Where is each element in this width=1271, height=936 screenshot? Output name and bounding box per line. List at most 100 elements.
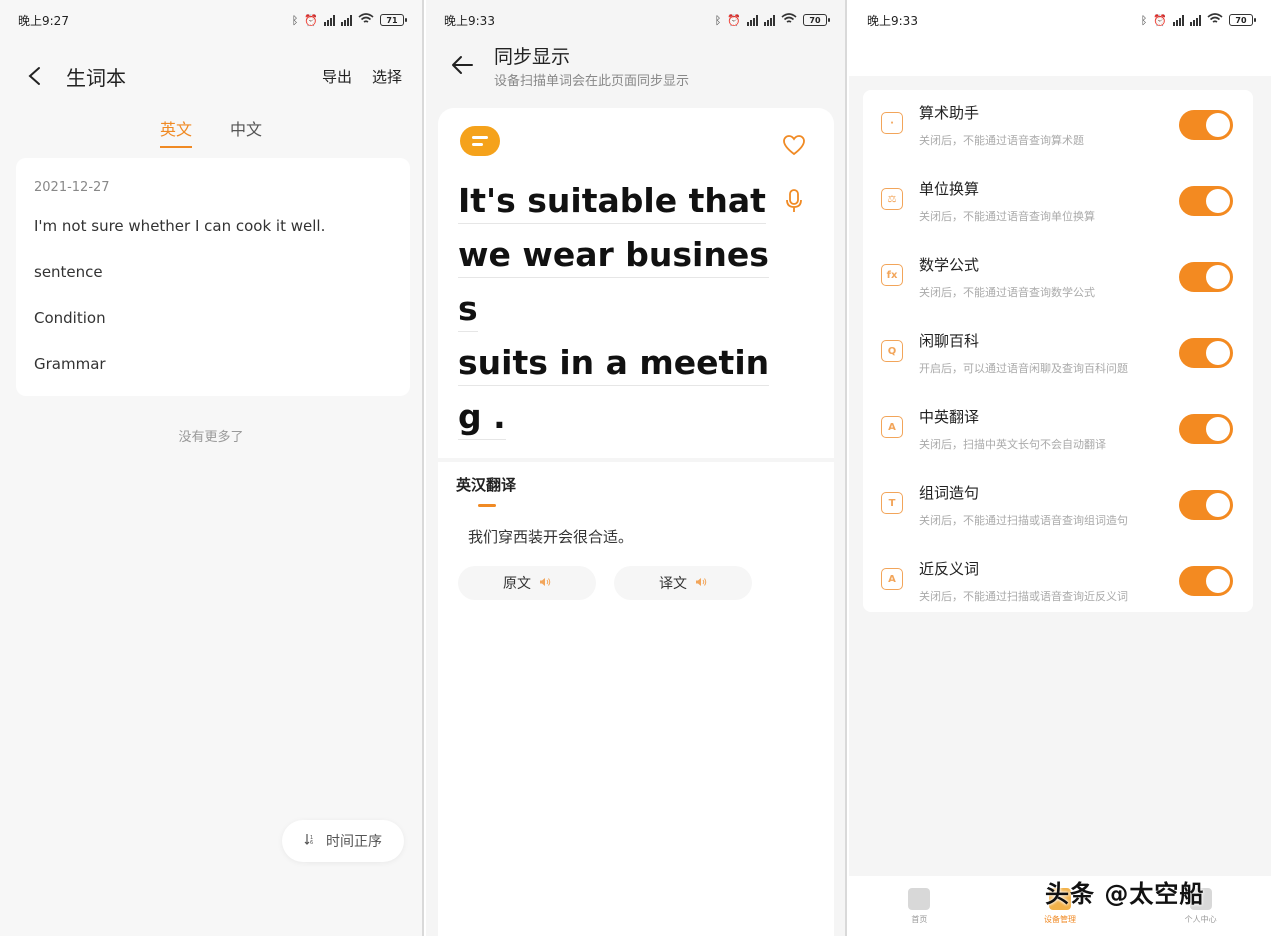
scale-icon: ⚖ xyxy=(881,188,903,210)
phone-sync-display: 晚上9:33 ᛒ ⏰ 70 同步显示 设备扫描单词会在此页面同步显示 It's … xyxy=(426,0,847,936)
setting-row-translation: A 中英翻译 关闭后，扫描中英文长句不会自动翻译 xyxy=(863,394,1253,470)
select-button[interactable]: 选择 xyxy=(372,66,402,87)
setting-title: 中英翻译 xyxy=(919,408,980,426)
list-item[interactable]: Condition xyxy=(34,309,392,327)
setting-row-unit-conversion: ⚖ 单位换算 关闭后，不能通过语音查询单位换算 xyxy=(863,166,1253,242)
translation-label: 英汉翻译 xyxy=(456,476,517,494)
page-title: 同步显示 xyxy=(494,46,571,68)
toggle-translation[interactable] xyxy=(1179,414,1233,444)
phone-vocabulary-book: 晚上9:27 ᛒ ⏰ 71 生词本 导出 选择 英文 中文 2021-12-27… xyxy=(0,0,424,936)
signal-icon xyxy=(324,14,335,26)
status-bar: 晚上9:33 ᛒ ⏰ 70 xyxy=(849,0,1271,40)
back-arrow-icon[interactable] xyxy=(450,52,476,78)
translation-text: 我们穿西装开会很合适。 xyxy=(468,528,634,546)
signal-icon-2 xyxy=(341,14,352,26)
status-icons: ᛒ ⏰ 70 xyxy=(1140,13,1256,27)
setting-desc: 关闭后，不能通过语音查询数学公式 xyxy=(919,286,1095,299)
scan-line: we wear busines xyxy=(458,228,778,282)
tab-chinese[interactable]: 中文 xyxy=(230,116,262,148)
toggle-chat-encyclopedia[interactable] xyxy=(1179,338,1233,368)
settings-list: · 算术助手 关闭后，不能通过语音查询算术题 ⚖ 单位换算 关闭后，不能通过语音… xyxy=(863,90,1253,612)
synonym-icon: A xyxy=(881,568,903,590)
export-button[interactable]: 导出 xyxy=(322,66,352,87)
setting-row-chat-encyclopedia: Q 闲聊百科 开启后，可以通过语音闲聊及查询百科问题 xyxy=(863,318,1253,394)
alarm-icon: ⏰ xyxy=(304,13,318,27)
signal-icon xyxy=(1173,14,1184,26)
setting-desc: 开启后，可以通过语音闲聊及查询百科问题 xyxy=(919,362,1128,375)
header: 生词本 导出 选择 xyxy=(22,56,402,96)
page-title: 生词本 xyxy=(66,65,126,90)
translate-icon: A xyxy=(881,416,903,438)
sort-button[interactable]: 16 时间正序 xyxy=(282,820,404,862)
language-tabs: 英文 中文 xyxy=(0,116,422,148)
toggle-unit-conversion[interactable] xyxy=(1179,186,1233,216)
list-item[interactable]: sentence xyxy=(34,263,392,281)
translation-card: 英汉翻译 我们穿西装开会很合适。 原文 译文 xyxy=(438,462,834,936)
home-icon xyxy=(908,887,931,910)
battery-icon: 70 xyxy=(803,14,830,26)
heart-icon[interactable] xyxy=(782,134,806,156)
setting-row-math-formula: fx 数学公式 关闭后，不能通过语音查询数学公式 xyxy=(863,242,1253,318)
status-icons: ᛒ ⏰ 70 xyxy=(714,13,830,27)
microphone-icon[interactable] xyxy=(784,188,804,214)
watermark: 头条 @太空船 xyxy=(1045,880,1205,908)
alarm-icon: ⏰ xyxy=(1153,13,1167,27)
scan-line: s xyxy=(458,282,778,336)
setting-title: 近反义词 xyxy=(919,560,980,578)
status-time: 晚上9:33 xyxy=(867,13,918,28)
sort-icon: 16 xyxy=(304,833,318,849)
back-chevron-icon[interactable] xyxy=(22,64,46,88)
setting-desc: 关闭后，不能通过语音查询算术题 xyxy=(919,134,1084,147)
toggle-compose[interactable] xyxy=(1179,490,1233,520)
translation-underline xyxy=(478,504,496,507)
bluetooth-icon: ᛒ xyxy=(1140,13,1148,27)
scan-line: It's suitable that xyxy=(458,174,778,228)
page-subtitle: 设备扫描单词会在此页面同步显示 xyxy=(494,74,690,89)
battery-icon: 71 xyxy=(380,14,407,26)
status-icons: ᛒ ⏰ 71 xyxy=(291,13,407,27)
setting-desc: 关闭后，扫描中英文长句不会自动翻译 xyxy=(919,438,1106,451)
svg-text:6: 6 xyxy=(310,840,313,845)
setting-desc: 关闭后，不能通过扫描或语音查询近反义词 xyxy=(919,590,1128,603)
header: 同步显示 设备扫描单词会在此页面同步显示 xyxy=(426,40,845,102)
signal-icon-2 xyxy=(764,14,775,26)
setting-title: 单位换算 xyxy=(919,180,980,198)
translated-audio-button[interactable]: 译文 xyxy=(614,566,752,600)
setting-title: 数学公式 xyxy=(919,256,980,274)
toggle-arithmetic[interactable] xyxy=(1179,110,1233,140)
vocabulary-card: 2021-12-27 I'm not sure whether I can co… xyxy=(16,158,410,396)
toggle-synonym[interactable] xyxy=(1179,566,1233,596)
alarm-icon: ⏰ xyxy=(727,13,741,27)
list-item[interactable]: I'm not sure whether I can cook it well. xyxy=(34,217,392,235)
compose-icon: T xyxy=(881,492,903,514)
wifi-icon xyxy=(781,13,797,27)
original-audio-button[interactable]: 原文 xyxy=(458,566,596,600)
setting-row-synonym: A 近反义词 关闭后，不能通过扫描或语音查询近反义词 xyxy=(863,546,1253,622)
setting-title: 算术助手 xyxy=(919,104,980,122)
scan-card: It's suitable that we wear busines s sui… xyxy=(438,108,834,458)
scan-line: suits in a meetin xyxy=(458,336,778,390)
entry-date: 2021-12-27 xyxy=(34,180,110,195)
tab-english[interactable]: 英文 xyxy=(159,116,193,148)
setting-row-arithmetic: · 算术助手 关闭后，不能通过语音查询算术题 xyxy=(863,90,1253,166)
signal-icon-2 xyxy=(1190,14,1201,26)
app-logo-icon xyxy=(460,126,500,156)
status-time: 晚上9:27 xyxy=(18,13,69,28)
signal-icon xyxy=(747,14,758,26)
setting-title: 闲聊百科 xyxy=(919,332,980,350)
scanned-text: It's suitable that we wear busines s sui… xyxy=(458,174,778,444)
formula-icon: fx xyxy=(881,264,903,286)
setting-desc: 关闭后，不能通过扫描或语音查询组词造句 xyxy=(919,514,1128,527)
chat-icon: Q xyxy=(881,340,903,362)
speaker-icon xyxy=(695,575,707,591)
setting-row-compose: T 组词造句 关闭后，不能通过扫描或语音查询组词造句 xyxy=(863,470,1253,546)
phone-device-settings: 晚上9:33 ᛒ ⏰ 70 · 算术助手 关闭后，不能通过语音查询算术题 ⚖ 单… xyxy=(849,0,1271,936)
list-item[interactable]: Grammar xyxy=(34,355,392,373)
wifi-icon xyxy=(1207,13,1223,27)
toggle-math-formula[interactable] xyxy=(1179,262,1233,292)
bluetooth-icon: ᛒ xyxy=(291,13,299,27)
battery-icon: 70 xyxy=(1229,14,1256,26)
status-time: 晚上9:33 xyxy=(444,13,495,28)
bluetooth-icon: ᛒ xyxy=(714,13,722,27)
nav-home[interactable]: 首页 xyxy=(859,887,979,925)
